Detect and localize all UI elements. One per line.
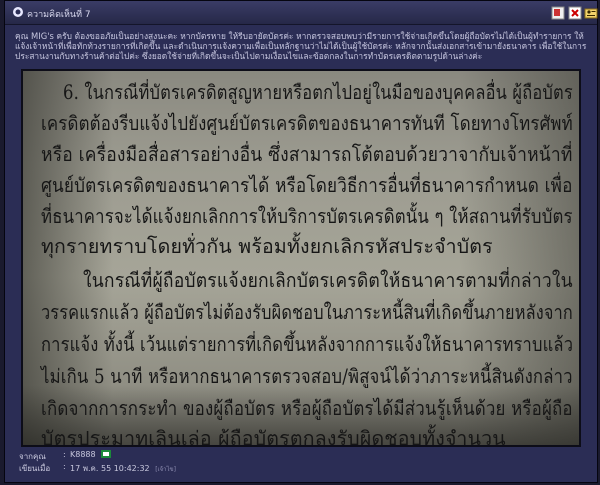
document-line: ทุกรายทราบโดยทั่วกัน พร้อมทั้งยกเลิกรหัส…: [41, 235, 493, 258]
date-colon: :: [63, 462, 66, 471]
document-line: ที่ธนาคารจะได้แจ้งยกเลิกการให้บริการบัตร…: [41, 205, 573, 228]
report-icon[interactable]: [551, 6, 565, 20]
comment-body: คุณ MIG's ครับ ต้องขออภัยเป็นอย่างสูงนะค…: [15, 31, 587, 61]
document-line: วรรคแรกแล้ว ผู้ถือบัตรไม่ต้องรับผิดชอบใน…: [41, 301, 573, 324]
date-extra[interactable]: [เจ้าไข]: [155, 466, 176, 473]
comment-panel: ความคิดเห็นที่ 7 คุณ MIG's ครับ ต้องขออภ…: [4, 0, 598, 483]
comment-footer: จากคุณ : K8888 เขียนเมื่อ : 17 พ.ค. 55 1…: [15, 450, 595, 474]
document-line: เครดิตต้องรีบแจ้งไปยังศูนย์บัตรเครดิตของ…: [41, 112, 573, 135]
post-date: 17 พ.ค. 55 10:42:32: [70, 464, 150, 473]
author-colon: :: [63, 450, 66, 459]
comment-header: ความคิดเห็นที่ 7: [5, 1, 598, 25]
document-line: ศูนย์บัตรเครดิตของธนาคารได้ หรือโดยวิธีก…: [41, 174, 573, 197]
author-value: K8888: [70, 450, 112, 459]
author-name[interactable]: K8888: [70, 450, 96, 459]
document-line: เกิดจากการกระทำ ของผู้ถือบัตร หรือผู้ถือ…: [41, 397, 573, 420]
delete-x-icon[interactable]: [568, 6, 582, 20]
date-label: เขียนเมื่อ: [19, 464, 51, 473]
document-line: ในกรณีที่ผู้ถือบัตรแจ้งยกเลิกบัตรเครดิตใ…: [83, 269, 573, 292]
document-line: บัตรประมาทเลินเล่อ ผู้ถือบัตรตกลงรับผิดช…: [41, 427, 506, 447]
comment-title: ความคิดเห็นที่ 7: [27, 10, 91, 20]
date-value: 17 พ.ค. 55 10:42:32 [เจ้าไข]: [70, 462, 176, 475]
chat-bubble-icon: [13, 7, 23, 17]
attached-document-photo: 6. ในกรณีที่บัตรเครดิตสูญหายหรือตกไปอยู่…: [21, 69, 581, 447]
document-line: การแจ้ง ทั้งนี้ เว้นแต่รายการที่เกิดขึ้น…: [41, 333, 574, 356]
document-line: 6. ในกรณีที่บัตรเครดิตสูญหายหรือตกไปอยู่…: [63, 81, 573, 104]
document-line: หรือ เครื่องมือสื่อสารอย่างอื่น ซึ่งสามา…: [41, 143, 573, 166]
author-row: จากคุณ : K8888: [15, 450, 595, 462]
quote-icon[interactable]: [584, 6, 598, 20]
date-row: เขียนเมื่อ : 17 พ.ค. 55 10:42:32 [เจ้าไข…: [15, 462, 595, 474]
document-line: ไม่เกิน 5 นาที หรือหากธนาคารตรวจสอบ/พิสู…: [41, 365, 573, 388]
bank-logo-icon: [101, 450, 112, 458]
